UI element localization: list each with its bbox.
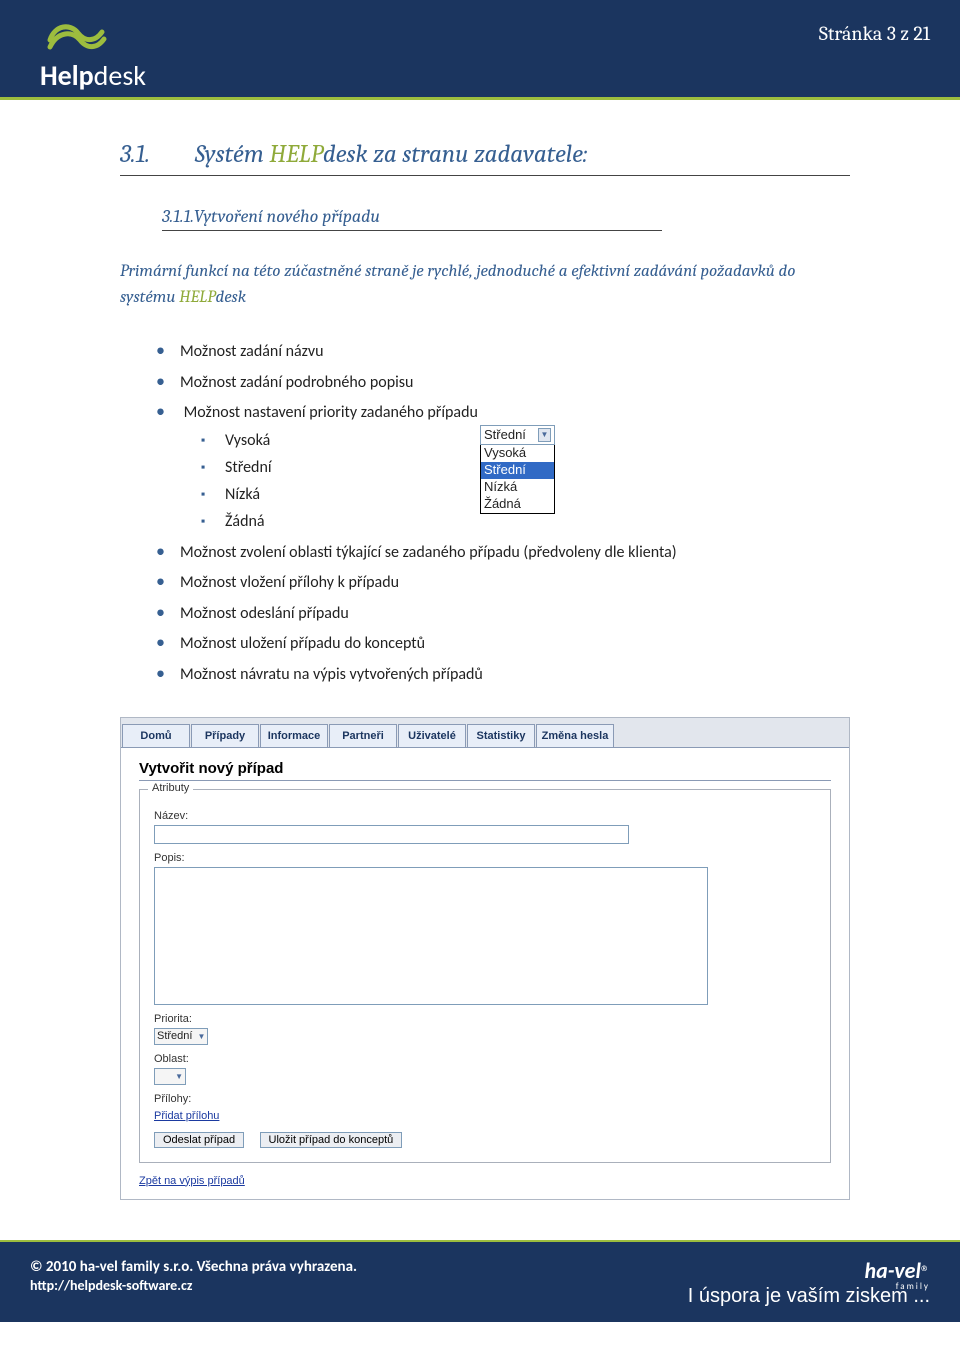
page-number: Stránka 3 z 21 [819, 22, 930, 45]
heading-1: 3.1. Systém HELPdesk za stranu zadavatele… [120, 140, 850, 176]
h1-post: za stranu zadavatele: [368, 140, 588, 169]
dropdown-option[interactable]: Vysoká [481, 445, 554, 462]
back-to-list-link[interactable]: Zpět na výpis případů [139, 1175, 831, 1187]
content-area: 3.1.Systém HELPdesk za stranu zadavatele… [0, 100, 960, 1240]
copyright-text: © 2010 ha-vel family s.r.o. Všechna práv… [30, 1258, 930, 1278]
priority-select-value: Střední [157, 1030, 192, 1042]
label-area: Oblast: [154, 1053, 816, 1065]
heading-2: 3.1.1.Vytvoření nového případu [162, 206, 662, 231]
footer-slogan: I úspora je vaším ziskem ... [688, 1285, 930, 1308]
list-item-priority: Možnost nastavení priority zadaného příp… [180, 396, 850, 535]
chevron-down-icon: ▼ [175, 1072, 183, 1081]
list-item: Možnost zvolení oblasti týkající se zada… [180, 536, 850, 567]
name-input[interactable] [154, 825, 629, 844]
tab-cases[interactable]: Případy [191, 724, 259, 747]
attributes-fieldset: Atributy Název: Popis: Priorita: Střední… [139, 789, 831, 1163]
intro-paragraph: Primární funkcí na této zúčastněné stran… [120, 259, 850, 310]
label-description: Popis: [154, 852, 816, 864]
page-footer: © 2010 ha-vel family s.r.o. Všechna práv… [0, 1242, 960, 1322]
chevron-down-icon: ▼ [197, 1032, 205, 1041]
list-item: Možnost zadání podrobného popisu [180, 366, 850, 397]
dropdown-selected[interactable]: Střední ▼ [480, 425, 555, 445]
list-item: Možnost zadání názvu [180, 335, 850, 366]
h1-desk: desk [323, 140, 368, 169]
logo-desk: desk [94, 58, 146, 93]
label-attachments: Přílohy: [154, 1093, 816, 1105]
tab-home[interactable]: Domů [122, 724, 190, 747]
logo-help: Help [40, 58, 94, 93]
priority-dropdown-demo: Střední ▼ Vysoká Střední Nízká Žádná [480, 425, 555, 514]
tab-password[interactable]: Změna hesla [536, 724, 614, 747]
area-select[interactable]: ▼ [154, 1068, 186, 1085]
logo-text: Helpdesk [40, 58, 146, 93]
h1-pre: Systém [195, 140, 269, 169]
label-priority: Priorita: [154, 1013, 816, 1025]
app-screenshot: Domů Případy Informace Partneři Uživatel… [120, 717, 850, 1200]
dropdown-option[interactable]: Žádná [481, 496, 554, 513]
tab-info[interactable]: Informace [260, 724, 328, 747]
priority-select[interactable]: Střední ▼ [154, 1028, 208, 1045]
dropdown-selected-text: Střední [484, 427, 526, 444]
tab-stats[interactable]: Statistiky [467, 724, 535, 747]
send-case-button[interactable]: Odeslat případ [154, 1132, 244, 1148]
h1-help: HELP [269, 140, 323, 169]
page-header: Helpdesk Stránka 3 z 21 [0, 0, 960, 100]
list-item: Možnost návratu na výpis vytvořených pří… [180, 658, 850, 689]
logo: Helpdesk [40, 15, 146, 93]
feature-list: Možnost zadání názvu Možnost zadání podr… [180, 335, 850, 689]
dropdown-option[interactable]: Nízká [481, 479, 554, 496]
add-attachment-link[interactable]: Přidat přílohu [154, 1110, 219, 1122]
button-row: Odeslat případ Uložit případ do konceptů [154, 1132, 816, 1148]
tab-bar: Domů Případy Informace Partneři Uživatel… [121, 718, 849, 747]
dropdown-option-selected[interactable]: Střední [481, 462, 554, 479]
save-draft-button[interactable]: Uložit případ do konceptů [260, 1132, 403, 1148]
label-name: Název: [154, 810, 816, 822]
panel-title: Vytvořit nový případ [139, 760, 831, 781]
description-textarea[interactable] [154, 867, 708, 1005]
intro-help: HELP [179, 288, 215, 307]
logo-swirl-icon [40, 15, 110, 55]
fieldset-legend: Atributy [148, 782, 193, 794]
list-item-label: Možnost nastavení priority zadaného příp… [184, 403, 478, 422]
h1-number: 3.1. [120, 140, 150, 169]
brand-name: ha-vel [865, 1257, 921, 1284]
list-item: Možnost uložení případu do konceptů [180, 627, 850, 658]
form-panel: Vytvořit nový případ Atributy Název: Pop… [121, 747, 849, 1199]
list-item: Možnost vložení přílohy k případu [180, 566, 850, 597]
dropdown-list: Vysoká Střední Nízká Žádná [480, 445, 555, 514]
intro-desk: desk [216, 288, 247, 307]
list-item: Možnost odeslání případu [180, 597, 850, 628]
tab-partners[interactable]: Partneři [329, 724, 397, 747]
tab-users[interactable]: Uživatelé [398, 724, 466, 747]
chevron-down-icon: ▼ [538, 428, 551, 442]
